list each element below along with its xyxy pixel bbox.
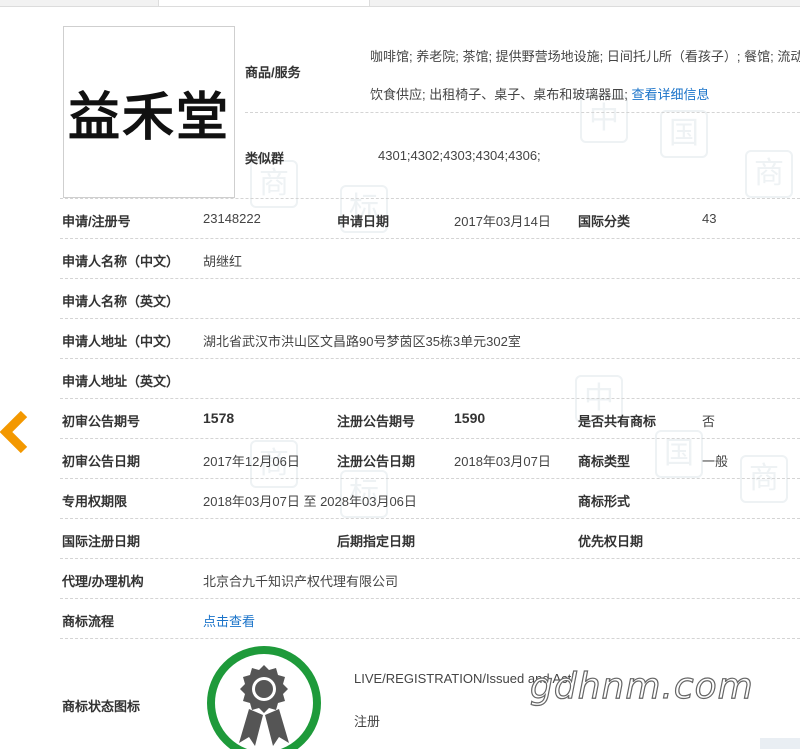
agent-value: 北京合九千知识产权代理有限公司: [203, 574, 399, 589]
divider: [60, 278, 800, 279]
previous-arrow-icon[interactable]: [0, 410, 30, 454]
reg-pub-date-label: 注册公告日期: [337, 454, 416, 469]
applicant-cn-label: 申请人名称（中文）: [62, 254, 180, 269]
background-seal-icon: 国: [660, 110, 708, 158]
site-watermark: gdhnm.com: [529, 665, 754, 707]
exclusive-period-label: 专用权期限: [62, 494, 128, 509]
prelim-no-value: 1578: [203, 410, 235, 426]
status-icon-label: 商标状态图标: [62, 699, 141, 714]
prelim-date-label: 初审公告日期: [62, 454, 141, 469]
divider: [245, 112, 800, 113]
divider: [60, 198, 800, 199]
goods-services-value: 咖啡馆; 养老院; 茶馆; 提供野营场地设施; 日间托儿所（看孩子）; 餐馆; …: [370, 38, 800, 114]
divider: [60, 478, 800, 479]
reg-no-value: 23148222: [203, 211, 261, 226]
app-date-value: 2017年03月14日: [454, 214, 551, 229]
prelim-date-value: 2017年12月06日: [203, 454, 300, 469]
divider: [60, 598, 800, 599]
view-details-link[interactable]: 查看详细信息: [631, 87, 709, 102]
reg-pub-date-value: 2018年03月07日: [454, 454, 551, 469]
trademark-image: 益禾堂: [63, 26, 235, 198]
similar-group-label: 类似群: [245, 151, 285, 166]
divider: [60, 398, 800, 399]
priority-date-label: 优先权日期: [578, 534, 644, 549]
divider: [60, 438, 800, 439]
tm-form-label: 商标形式: [578, 494, 631, 509]
tm-type-value: 一般: [702, 454, 729, 469]
goods-services-text: 咖啡馆; 养老院; 茶馆; 提供野营场地设施; 日间托儿所（看孩子）; 餐馆; …: [370, 49, 800, 102]
divider: [60, 358, 800, 359]
status-cn-value: 注册: [354, 714, 381, 729]
reg-no-label: 申请/注册号: [62, 214, 131, 229]
reg-pub-no-label: 注册公告期号: [337, 414, 416, 429]
similar-group-value: 4301;4302;4303;4304;4306;: [378, 148, 541, 163]
trademark-logo-text: 益禾堂: [67, 86, 230, 148]
divider: [60, 558, 800, 559]
divider: [60, 238, 800, 239]
tm-type-label: 商标类型: [578, 454, 631, 469]
shared-value: 否: [702, 414, 716, 429]
app-date-label: 申请日期: [337, 214, 390, 229]
goods-services-label: 商品/服务: [245, 65, 301, 80]
address-cn-label: 申请人地址（中文）: [62, 334, 180, 349]
address-en-label: 申请人地址（英文）: [62, 374, 180, 389]
agent-label: 代理/办理机构: [62, 574, 144, 589]
registration-badge-icon: [207, 646, 321, 749]
applicant-en-label: 申请人名称（英文）: [62, 294, 180, 309]
address-cn-value: 湖北省武汉市洪山区文昌路90号梦茵区35栋3单元302室: [203, 334, 521, 349]
intl-class-label: 国际分类: [578, 214, 631, 229]
process-label: 商标流程: [62, 614, 115, 629]
prelim-no-label: 初审公告期号: [62, 414, 141, 429]
corner-widget: [760, 738, 800, 749]
background-seal-icon: 商: [740, 455, 788, 503]
intl-reg-date-label: 国际注册日期: [62, 534, 141, 549]
divider: [60, 518, 800, 519]
reg-pub-no-value: 1590: [454, 410, 486, 426]
intl-class-value: 43: [702, 211, 717, 226]
background-seal-icon: 商: [250, 160, 298, 208]
divider: [60, 318, 800, 319]
top-tab-bar: [0, 0, 800, 7]
active-tab[interactable]: [158, 0, 370, 6]
shared-label: 是否共有商标: [578, 414, 657, 429]
later-date-label: 后期指定日期: [337, 534, 416, 549]
divider: [60, 638, 800, 639]
process-view-link[interactable]: 点击查看: [203, 611, 255, 630]
exclusive-period-value: 2018年03月07日 至 2028年03月06日: [203, 494, 417, 509]
applicant-cn-value: 胡继红: [203, 254, 243, 269]
background-seal-icon: 商: [745, 150, 793, 198]
